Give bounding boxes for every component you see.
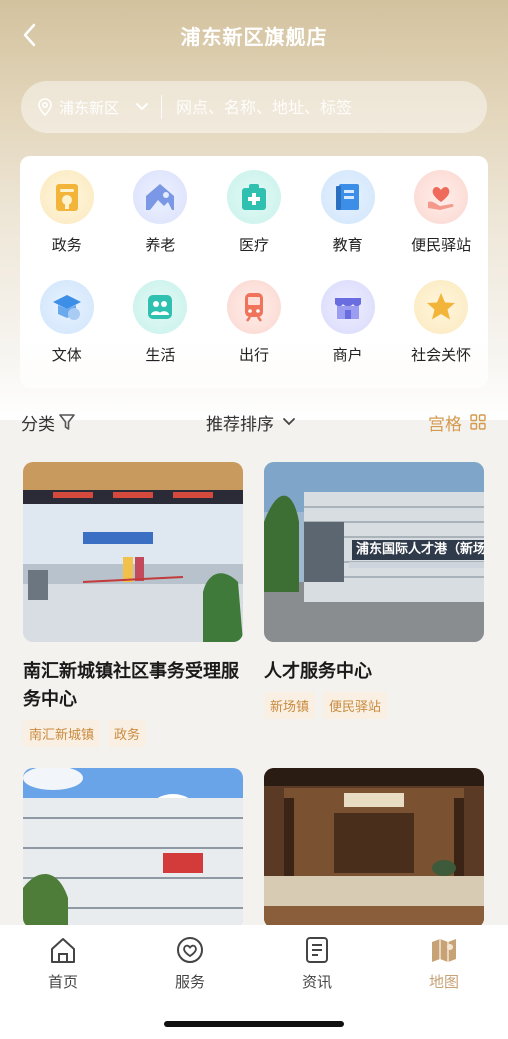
page-title: 浦东新区旗舰店 (180, 24, 328, 49)
building-sign-text: 浦东国际人才港（新场 (356, 542, 484, 557)
tab-label: 服务 (174, 973, 205, 991)
category-label: 便民驿站 (411, 236, 472, 254)
grid-icon (470, 414, 486, 430)
elderly-care-icon (133, 170, 188, 224)
service-card[interactable] (264, 768, 484, 928)
category-label: 文体 (51, 346, 82, 364)
category-label: 医疗 (238, 236, 269, 254)
train-icon (226, 280, 281, 334)
news-icon (306, 937, 328, 963)
filter-bar: 分类 推荐排序 宫格 (0, 402, 508, 442)
life-icon (133, 280, 188, 334)
service-photo (23, 768, 243, 928)
service-name: 人才服务中心 (264, 661, 372, 682)
tag-category: 便民驿站 (323, 692, 388, 719)
category-label: 政务 (51, 236, 82, 254)
service-photo (264, 768, 484, 928)
tab-label: 地图 (428, 973, 459, 991)
category-item-culture[interactable]: 文体 (20, 280, 114, 390)
tag-list: 新场镇 便民驿站 (264, 692, 484, 719)
shop-icon (320, 280, 375, 334)
category-item-government[interactable]: 政务 (20, 170, 114, 280)
tag-town: 南汇新城镇 (23, 720, 101, 747)
category-item-elderly[interactable]: 养老 (114, 170, 208, 280)
tag-town: 新场镇 (264, 692, 316, 719)
tag-list: 南汇新城镇 政务 (23, 720, 243, 747)
medical-icon (226, 170, 281, 224)
tab-home[interactable]: 首页 (23, 935, 103, 992)
location-selector[interactable]: 浦东新区 (37, 97, 149, 118)
location-pin-icon (38, 98, 52, 116)
category-label: 养老 (145, 236, 176, 254)
tab-label: 首页 (47, 973, 78, 991)
heart-icon (177, 937, 203, 963)
view-label: 宫格 (428, 414, 462, 435)
category-item-education[interactable]: 教育 (301, 170, 395, 280)
nav-bar: 浦东新区旗舰店 (0, 0, 508, 70)
category-label: 教育 (332, 236, 363, 254)
category-label: 社会关怀 (411, 346, 472, 364)
chevron-down-icon (136, 103, 149, 111)
service-name: 南汇新城镇社区事务受理服务中心 (23, 661, 239, 710)
service-card[interactable] (23, 768, 243, 928)
home-indicator (164, 1021, 344, 1027)
culture-sports-icon (39, 280, 94, 334)
chevron-left-icon (23, 23, 36, 47)
search-bar[interactable]: 浦东新区 (21, 81, 487, 133)
education-icon (320, 170, 375, 224)
category-label: 生活 (145, 346, 176, 364)
category-item-travel[interactable]: 出行 (207, 280, 301, 390)
home-icon (51, 938, 75, 963)
category-filter-label: 分类 (21, 414, 55, 435)
service-card[interactable]: 浦东国际人才港（新场 人才服务中心 新场镇 便民驿站 (264, 462, 484, 719)
category-item-life[interactable]: 生活 (114, 280, 208, 390)
category-grid: 政务 养老 医疗 教育 便民驿站 文体 生活 出行 商户 社会关怀 (20, 156, 488, 388)
category-label: 出行 (238, 346, 269, 364)
category-item-social-care[interactable]: 社会关怀 (394, 280, 488, 390)
grid-view-toggle[interactable]: 宫格 (428, 410, 486, 435)
sort-dropdown[interactable]: 推荐排序 (206, 410, 296, 435)
service-photo: 浦东国际人才港（新场 (264, 462, 484, 642)
tab-label: 资讯 (301, 973, 332, 991)
sort-label: 推荐排序 (206, 414, 274, 435)
tab-map[interactable]: 地图 (404, 935, 484, 992)
tab-service[interactable]: 服务 (150, 935, 230, 992)
heart-hand-icon (414, 170, 469, 224)
category-item-convenience[interactable]: 便民驿站 (394, 170, 488, 280)
search-divider (161, 95, 163, 119)
category-filter[interactable]: 分类 (21, 410, 75, 435)
search-input[interactable] (176, 97, 467, 117)
service-card[interactable]: 南汇新城镇社区事务受理服务中心 南汇新城镇 政务 (23, 462, 243, 747)
category-item-merchant[interactable]: 商户 (301, 280, 395, 390)
tab-news[interactable]: 资讯 (277, 935, 357, 992)
tag-category: 政务 (108, 720, 147, 747)
map-icon (432, 939, 456, 962)
service-photo (23, 462, 243, 642)
government-icon (39, 170, 94, 224)
chevron-down-icon (283, 418, 295, 426)
star-icon (414, 280, 469, 334)
back-button[interactable] (18, 22, 40, 48)
location-label: 浦东新区 (59, 98, 120, 117)
category-item-medical[interactable]: 医疗 (207, 170, 301, 280)
funnel-icon (59, 414, 75, 430)
category-label: 商户 (332, 346, 363, 364)
